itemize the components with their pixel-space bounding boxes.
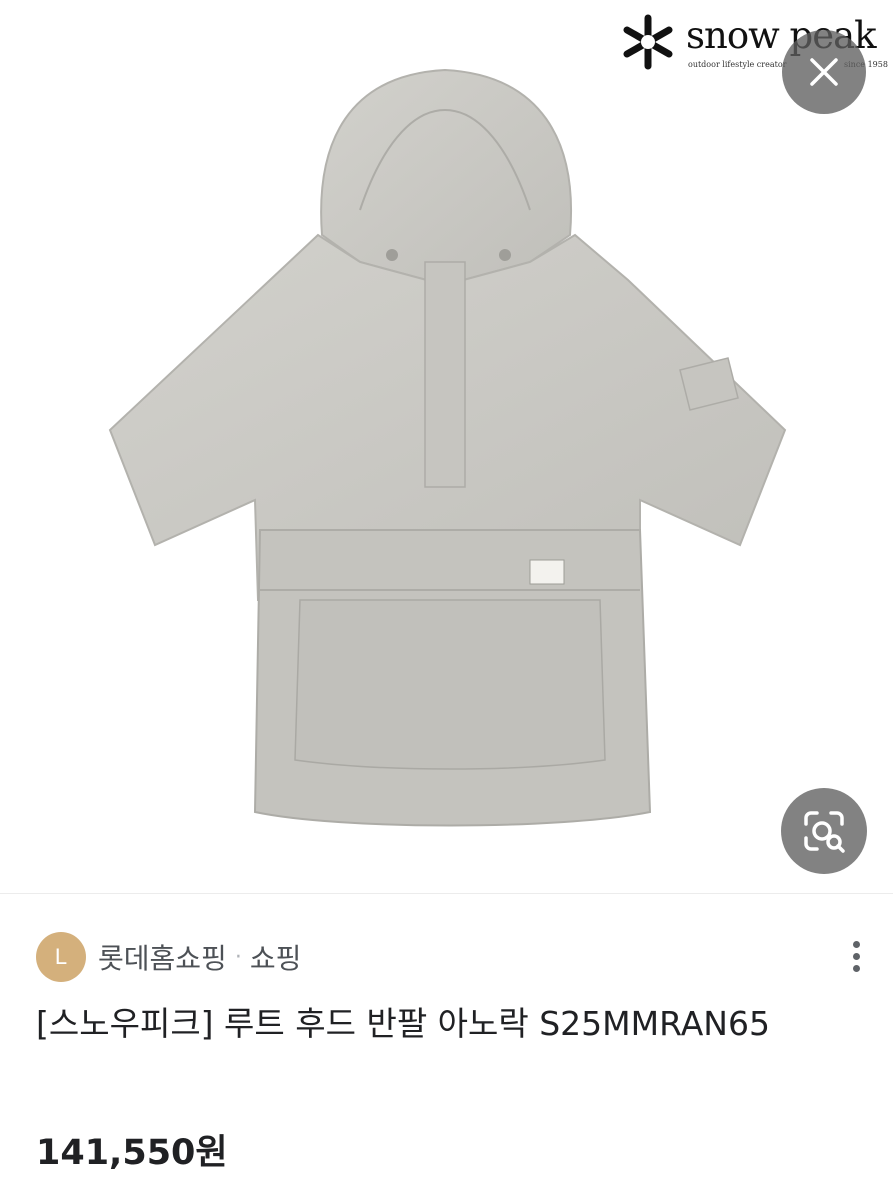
lens-search-icon bbox=[804, 811, 845, 853]
more-vert-icon bbox=[852, 952, 860, 960]
product-image-area[interactable]: snow peak outdoor lifestyle creator sinc… bbox=[0, 0, 893, 893]
source-type: 쇼핑 bbox=[249, 942, 302, 975]
more-vert-icon bbox=[852, 964, 860, 972]
more-options-button[interactable] bbox=[838, 932, 874, 980]
product-photo bbox=[108, 68, 787, 827]
source-separator: · bbox=[234, 944, 242, 970]
brand-tagline: outdoor lifestyle creator bbox=[688, 60, 787, 69]
product-price: 141,550원 bbox=[36, 1133, 228, 1173]
close-button[interactable] bbox=[782, 30, 866, 114]
asterisk-icon bbox=[623, 14, 673, 70]
source-name[interactable]: 롯데홈쇼핑 bbox=[98, 937, 227, 977]
product-title[interactable]: [스노우피크] 루트 후드 반팔 아노락 S25MMRAN65 bbox=[36, 1000, 856, 1048]
lens-search-button[interactable] bbox=[781, 788, 867, 874]
more-vert-icon bbox=[852, 940, 860, 948]
close-icon bbox=[810, 58, 838, 86]
source-avatar: L bbox=[36, 932, 86, 982]
source-row[interactable]: L 롯데홈쇼핑 · 쇼핑 bbox=[36, 932, 301, 982]
section-divider bbox=[0, 893, 893, 894]
